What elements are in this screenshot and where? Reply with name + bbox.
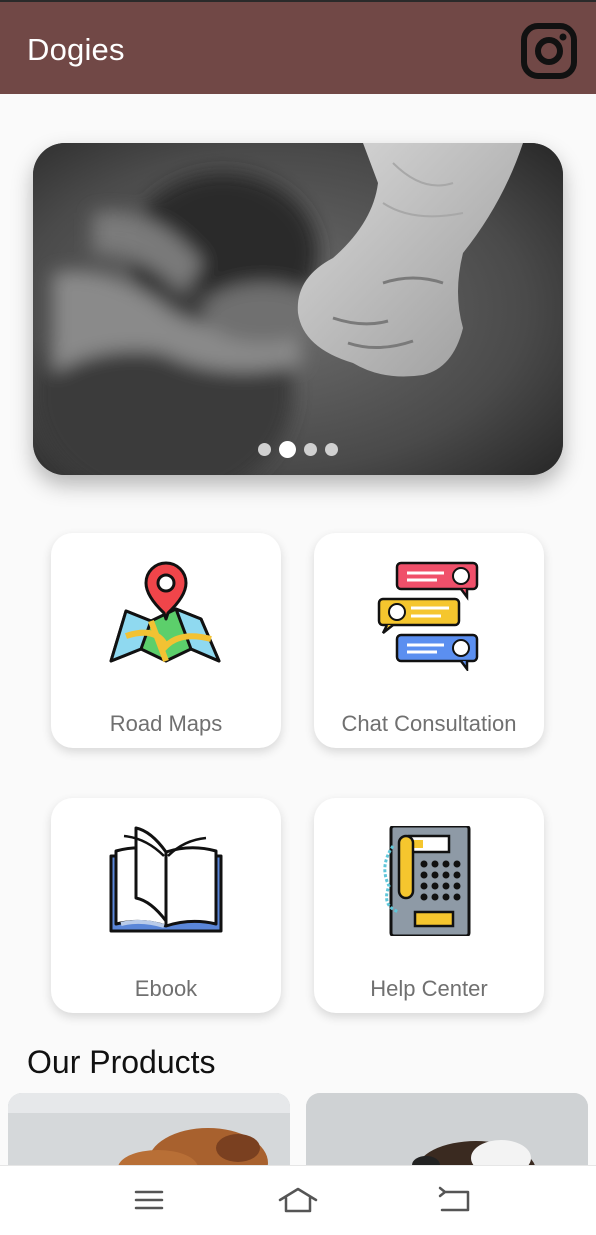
app-screen: Dogies Road Maps Chat Consultation Ebook… — [0, 0, 596, 1235]
tile-chat-consultation[interactable]: Chat Consultation — [314, 533, 544, 748]
tile-help-center[interactable]: Help Center — [314, 798, 544, 1013]
chat-bubbles-icon — [377, 561, 479, 671]
tile-ebook[interactable]: Ebook — [51, 798, 281, 1013]
carousel-dot-active[interactable] — [279, 441, 296, 459]
instagram-icon[interactable] — [520, 22, 578, 80]
app-bar: Dogies — [0, 0, 596, 94]
image-carousel[interactable] — [33, 143, 563, 475]
carousel-dot[interactable] — [325, 443, 338, 457]
carousel-dot[interactable] — [304, 443, 317, 457]
home-icon[interactable] — [278, 1184, 318, 1216]
payphone-icon — [383, 826, 471, 936]
menu-icon[interactable] — [129, 1184, 169, 1216]
tile-label: Help Center — [370, 976, 488, 1001]
carousel-dot[interactable] — [258, 443, 271, 457]
map-pin-icon — [109, 561, 221, 663]
carousel-image — [33, 143, 563, 475]
tile-label: Chat Consultation — [341, 711, 517, 736]
tile-label: Road Maps — [109, 711, 223, 736]
system-navigation-bar — [0, 1165, 596, 1235]
app-title: Dogies — [27, 32, 125, 67]
tile-label: Ebook — [134, 976, 198, 1001]
section-title-products: Our Products — [27, 1044, 216, 1080]
carousel-indicator — [33, 441, 563, 459]
open-book-icon — [109, 826, 223, 933]
tile-road-maps[interactable]: Road Maps — [51, 533, 281, 748]
back-icon[interactable] — [435, 1184, 475, 1216]
